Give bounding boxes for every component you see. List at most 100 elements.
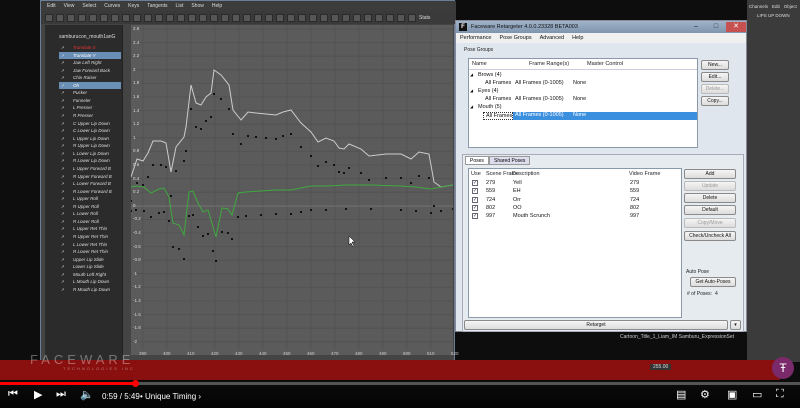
channel-item[interactable]: Upper Lip Slide (59, 256, 121, 263)
pose-button-update[interactable]: Update (684, 181, 736, 191)
column-header[interactable]: Name (472, 61, 487, 67)
minimize-button[interactable]: – (686, 22, 706, 32)
progress-bar[interactable] (0, 382, 800, 385)
theater-mode-icon[interactable]: ▭ (752, 388, 762, 401)
channel-menu-channels[interactable]: Channels (749, 4, 768, 9)
use-checkbox[interactable]: ✓ (472, 196, 478, 203)
channel-item[interactable]: R Lower Ret Thin (59, 248, 121, 255)
pose-group-row[interactable]: All Frames All Frames (0-1005) None (483, 112, 697, 120)
channel-item[interactable]: L Lower Roll (59, 210, 121, 217)
curve-canvas[interactable] (130, 25, 456, 355)
expand-arrow-icon[interactable]: ◢ (470, 72, 473, 77)
group-button-copy[interactable]: Copy... (701, 96, 729, 106)
channel-item[interactable]: R Upper Ret Thin (59, 233, 121, 240)
channel-item[interactable]: R Lower Forward B (59, 188, 121, 195)
pose-groups-tree[interactable]: Name Frame Range(s) Master Control Brows (4… (468, 58, 698, 148)
channel-item[interactable]: Pucker (59, 89, 121, 96)
timeline[interactable]: FACEWARE TECHNOLOGIES INC 255.00 (0, 352, 780, 380)
miniplayer-icon[interactable]: ▣ (727, 388, 737, 401)
pose-button-default[interactable]: Default (684, 205, 736, 215)
toolbar-tool-icon[interactable] (166, 13, 174, 22)
group-button-new[interactable]: New... (701, 60, 729, 70)
use-checkbox[interactable]: ✓ (472, 180, 478, 186)
toolbar-tool-icon[interactable] (78, 13, 86, 22)
pose-button-check-uncheck-all[interactable]: Check/Uncheck All (684, 231, 736, 241)
current-frame-field[interactable]: 255.00 (650, 364, 672, 370)
toolbar-tool-icon[interactable] (364, 13, 372, 22)
channel-item[interactable]: Oh (59, 81, 121, 89)
settings-icon[interactable]: ⚙ (700, 388, 710, 401)
tab-poses[interactable]: Poses (465, 156, 489, 165)
pose-column-header[interactable]: Use (471, 171, 481, 177)
channel-item[interactable]: R Lower Lip Down (59, 157, 121, 164)
channel-menu-edit[interactable]: Edit (772, 4, 780, 9)
num-poses-stepper[interactable]: 4 (715, 291, 718, 297)
use-checkbox[interactable]: ✓ (472, 188, 478, 195)
play-icon[interactable]: ▶ (34, 388, 42, 401)
toolbar-tool-icon[interactable] (199, 13, 207, 22)
menu-advanced[interactable]: Advanced (540, 35, 564, 41)
pose-button-copy-move[interactable]: Copy/Move (684, 218, 736, 228)
toolbar-tool-icon[interactable] (144, 13, 152, 22)
poses-table[interactable]: Use Scene Frame Description Video Frame ✓ 279… (468, 168, 682, 318)
channel-item[interactable]: R Mouth Lip Down (59, 286, 121, 293)
channel-menu-object[interactable]: Object (784, 4, 797, 9)
toolbar-tool-icon[interactable] (287, 13, 295, 22)
toolbar-tool-icon[interactable] (386, 13, 394, 22)
channel-item[interactable]: L Upper Lip Down (59, 135, 121, 142)
channel-item[interactable]: C Lower Lip Down (59, 127, 121, 134)
menu-pose-groups[interactable]: Pose Groups (500, 35, 532, 41)
menu-edit[interactable]: Edit (47, 3, 56, 9)
channel-item[interactable]: R Upper Forward B (59, 173, 121, 180)
menu-list[interactable]: List (176, 3, 184, 9)
toolbar-tool-icon[interactable] (353, 13, 361, 22)
toolbar-tool-icon[interactable] (342, 13, 350, 22)
toolbar-tool-icon[interactable] (320, 13, 328, 22)
menu-performance[interactable]: Performance (460, 35, 492, 41)
toolbar-tool-icon[interactable] (89, 13, 97, 22)
toolbar-tool-icon[interactable] (331, 13, 339, 22)
get-auto-poses-button[interactable]: Get Auto-Poses (690, 277, 736, 287)
channel-item[interactable]: L Upper Roll (59, 195, 121, 202)
toolbar-tool-icon[interactable] (298, 13, 306, 22)
toolbar-tool-icon[interactable] (155, 13, 163, 22)
subtitles-icon[interactable]: ▤ (676, 388, 686, 401)
column-header[interactable]: Frame Range(s) (529, 61, 569, 67)
toolbar-tool-icon[interactable] (375, 13, 383, 22)
channel-item[interactable]: Mouth Left Right (59, 271, 121, 278)
toolbar-tool-icon[interactable] (133, 13, 141, 22)
toolbar-tool-icon[interactable] (243, 13, 251, 22)
maximize-button[interactable]: □ (706, 22, 726, 32)
menu-help[interactable]: Help (572, 35, 583, 41)
curve-graph[interactable]: 2.6 2.4 2.2 2 1.8 1.6 1.4 1.2 1 0.8 0.6 0.4 0.2 0 -0.2… (130, 25, 459, 356)
toolbar-tool-icon[interactable] (254, 13, 262, 22)
scrubber-handle[interactable] (132, 380, 140, 387)
toolbar-tool-icon[interactable] (408, 13, 416, 22)
next-icon[interactable]: ⏭ (56, 388, 66, 401)
toolbar-tool-icon[interactable] (232, 13, 240, 22)
channel-item[interactable]: L Lower Ret Thin (59, 241, 121, 248)
channel-item[interactable]: Jaw Left Right (59, 59, 121, 66)
menu-keys[interactable]: Keys (128, 3, 139, 9)
channel-item[interactable]: R Upper Roll (59, 203, 121, 210)
channel-item[interactable]: R Lower Roll (59, 218, 121, 225)
toolbar-tool-icon[interactable] (276, 13, 284, 22)
channel-item[interactable]: L Upper Forward B (59, 165, 121, 172)
menu-view[interactable]: View (64, 3, 75, 9)
toolbar-tool-icon[interactable] (45, 13, 53, 22)
use-checkbox[interactable]: ✓ (472, 204, 478, 211)
menu-curves[interactable]: Curves (104, 3, 120, 9)
toolbar-tool-icon[interactable] (56, 13, 64, 22)
pose-group-2[interactable]: Mouth (5) (472, 104, 502, 110)
toolbar-tool-icon[interactable] (210, 13, 218, 22)
channel-item[interactable]: R Upper Lip Down (59, 142, 121, 149)
group-button-edit[interactable]: Edit... (701, 72, 729, 82)
channel-item[interactable]: L Presser (59, 104, 121, 111)
tab-shared-poses[interactable]: Shared Poses (489, 156, 531, 165)
channel-item[interactable]: Translate Y (59, 51, 121, 59)
channel-item[interactable]: Chin Raiser (59, 74, 121, 81)
pose-group-row[interactable]: All Frames All Frames (0-1005) None (483, 96, 697, 104)
channel-item[interactable]: C Upper Lip Down (59, 120, 121, 127)
menu-tangents[interactable]: Tangents (147, 3, 167, 9)
column-header[interactable]: Master Control (587, 61, 623, 67)
